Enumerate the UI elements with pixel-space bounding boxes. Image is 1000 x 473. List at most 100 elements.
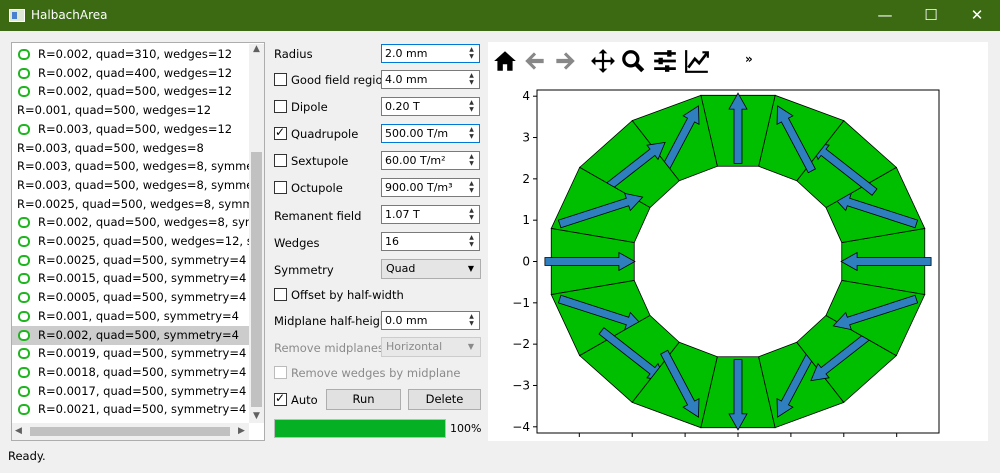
edit-axis-icon[interactable] (684, 48, 710, 74)
list-item-label: R=0.002, quad=310, wedges=12 (38, 47, 233, 61)
midplane-spinbox[interactable]: 0.0 mm ▲ ▼ (381, 311, 480, 330)
list-item-label: R=0.0025, quad=500, wedges=12, symmetry=… (38, 234, 264, 248)
list-item[interactable]: R=0.003, quad=500, wedges=12 (12, 120, 249, 139)
list-item-label: R=0.0019, quad=500, symmetry=4 (38, 346, 247, 361)
remove-midplanes-combobox[interactable]: Horizontal ▼ (381, 337, 481, 357)
dipole-checkbox[interactable] (274, 100, 287, 113)
wedges-label: Wedges (274, 236, 320, 250)
configure-subplots-icon[interactable] (652, 48, 678, 74)
back-arrow-icon[interactable] (522, 48, 548, 74)
more-tools-button[interactable]: » (745, 52, 753, 66)
list-item[interactable]: R=0.002, quad=310, wedges=12 (12, 45, 249, 64)
list-item[interactable]: R=0.001, quad=500, symmetry=4 (12, 307, 249, 326)
result-icon (18, 49, 30, 60)
dipole-label: Dipole (291, 100, 328, 114)
title-bar: HalbachArea — ☐ ✕ (0, 0, 1000, 31)
list-item-label: R=0.0025, quad=500, wedges=8, symmetry=4 (17, 196, 264, 211)
list-item-label: R=0.003, quad=500, wedges=8, symmetry=1 (17, 159, 265, 174)
list-item[interactable]: R=0.0025, quad=500, symmetry=4 (12, 251, 249, 270)
quadrupole-spinbox[interactable]: 500.00 T/m ▲ ▼ (381, 124, 480, 143)
list-item-label: R=0.002, quad=500, wedges=12 (38, 84, 233, 99)
scroll-down-icon[interactable]: ▼ (253, 411, 260, 421)
halbach-plot[interactable]: −3 −2 −1 0 1 2 3 4 3 2 1 0 −1 −2 −3 −4 (488, 82, 988, 441)
list-item[interactable]: R=0.0017, quad=500, symmetry=4 (12, 382, 249, 401)
list-item[interactable]: R=0.002, quad=500, symmetry=4 (12, 325, 249, 345)
result-icon (18, 348, 30, 360)
forward-arrow-icon[interactable] (552, 48, 578, 74)
list-item[interactable]: R=0.003, quad=500, wedges=8, symmetry=1 (12, 157, 264, 176)
list-item[interactable]: R=0.002, quad=500, wedges=8, symmetry=4 (12, 213, 264, 232)
result-icon (18, 404, 30, 416)
octupole-checkbox[interactable] (274, 181, 287, 194)
offset-checkbox[interactable] (274, 288, 287, 301)
y-tick-label: 3 (522, 131, 530, 145)
list-item[interactable]: R=0.002, quad=400, wedges=12 (12, 64, 249, 83)
auto-checkbox[interactable] (274, 391, 287, 406)
y-tick-label: 1 (522, 213, 530, 227)
scroll-right-icon[interactable]: ▶ (238, 426, 245, 436)
result-icon (18, 67, 30, 79)
maximize-button[interactable]: ☐ (908, 0, 954, 31)
minimize-button[interactable]: — (862, 0, 908, 31)
octupole-spinbox[interactable]: 900.00 T/m³ ▲ ▼ (381, 178, 480, 197)
y-tick-label: −1 (512, 296, 530, 310)
quadrupole-checkbox[interactable] (274, 125, 287, 140)
pan-icon[interactable] (590, 48, 616, 74)
scroll-thumb[interactable] (251, 152, 262, 407)
symmetry-combobox[interactable]: Quad ▼ (381, 259, 481, 279)
midplane-label: Midplane half-height (274, 314, 392, 328)
window-title: HalbachArea (31, 8, 108, 22)
close-button[interactable]: ✕ (954, 0, 1000, 31)
offset-label: Offset by half-width (291, 288, 404, 302)
radius-label: Radius (274, 47, 313, 61)
result-icon (18, 254, 30, 266)
list-item[interactable]: R=0.003, quad=500, wedges=8 (12, 139, 249, 158)
list-item[interactable]: R=0.0015, quad=500, symmetry=4 (12, 269, 249, 288)
results-list[interactable]: R=0.002, quad=310, wedges=12 R=0.002, qua… (11, 42, 265, 441)
zoom-icon[interactable] (620, 48, 646, 74)
list-item-label: R=0.0025, quad=500, symmetry=4 (38, 252, 247, 267)
list-item[interactable]: R=0.002, quad=500, wedges=12 (12, 82, 249, 101)
list-item[interactable]: R=0.0018, quad=500, symmetry=4 (12, 363, 249, 382)
list-item-label: R=0.003, quad=500, wedges=12 (38, 121, 233, 136)
list-item[interactable]: R=0.001, quad=500, wedges=12 (12, 101, 249, 120)
progress-text: 100% (450, 422, 482, 435)
y-tick-label: 2 (522, 172, 530, 186)
list-item[interactable]: R=0.0021, quad=500, symmetry=4 (12, 400, 249, 419)
result-icon (18, 385, 30, 397)
x-tick-label: 0 (734, 439, 742, 441)
wedges-spinbox[interactable]: 16 ▲ ▼ (381, 232, 480, 251)
result-icon (18, 310, 30, 322)
remove-wedges-checkbox[interactable] (274, 366, 287, 379)
sextupole-spinbox[interactable]: 60.00 T/m² ▲ ▼ (381, 151, 480, 170)
list-horizontal-scrollbar[interactable]: ◀ ▶ (12, 423, 249, 440)
home-icon[interactable] (492, 48, 518, 74)
sextupole-checkbox[interactable] (274, 154, 287, 167)
list-item[interactable]: R=0.0025, quad=500, wedges=8, symmetry=4 (12, 195, 264, 214)
radius-spinbox[interactable]: 2.0 mm ▲ ▼ (381, 44, 480, 63)
result-icon (18, 366, 30, 378)
list-item[interactable]: R=0.003, quad=500, wedges=8, symmetry=4 (12, 176, 264, 195)
good-field-checkbox[interactable] (274, 73, 287, 86)
delete-button[interactable]: Delete (408, 389, 481, 410)
hscroll-thumb[interactable] (30, 427, 230, 436)
list-item-label: R=0.001, quad=500, wedges=12 (17, 103, 212, 118)
list-item-label: R=0.003, quad=500, wedges=8, symmetry=4 (17, 177, 265, 192)
x-tick-label: 1 (787, 439, 795, 441)
list-item-label: R=0.002, quad=500, wedges=8, symmetry=4 (38, 215, 264, 230)
scroll-left-icon[interactable]: ◀ (15, 426, 22, 436)
dipole-spinbox[interactable]: 0.20 T ▲ ▼ (381, 97, 480, 116)
list-item[interactable]: R=0.0019, quad=500, symmetry=4 (12, 344, 249, 363)
result-icon (18, 329, 30, 341)
list-item-label: R=0.0005, quad=500, symmetry=4 (38, 290, 247, 305)
result-icon (18, 86, 30, 98)
list-item-label: R=0.0017, quad=500, symmetry=4 (38, 383, 247, 398)
list-item[interactable]: R=0.0025, quad=500, wedges=12, symmetry=… (12, 232, 264, 251)
run-button[interactable]: Run (326, 389, 401, 410)
y-tick-label: −3 (512, 378, 530, 392)
scroll-up-icon[interactable]: ▲ (253, 44, 260, 54)
good-field-spinbox[interactable]: 4.0 mm ▲ ▼ (381, 70, 480, 89)
remanent-spinbox[interactable]: 1.07 T ▲ ▼ (381, 205, 480, 224)
list-vertical-scrollbar[interactable]: ▲ ▼ (249, 44, 264, 423)
list-item[interactable]: R=0.0005, quad=500, symmetry=4 (12, 288, 249, 307)
